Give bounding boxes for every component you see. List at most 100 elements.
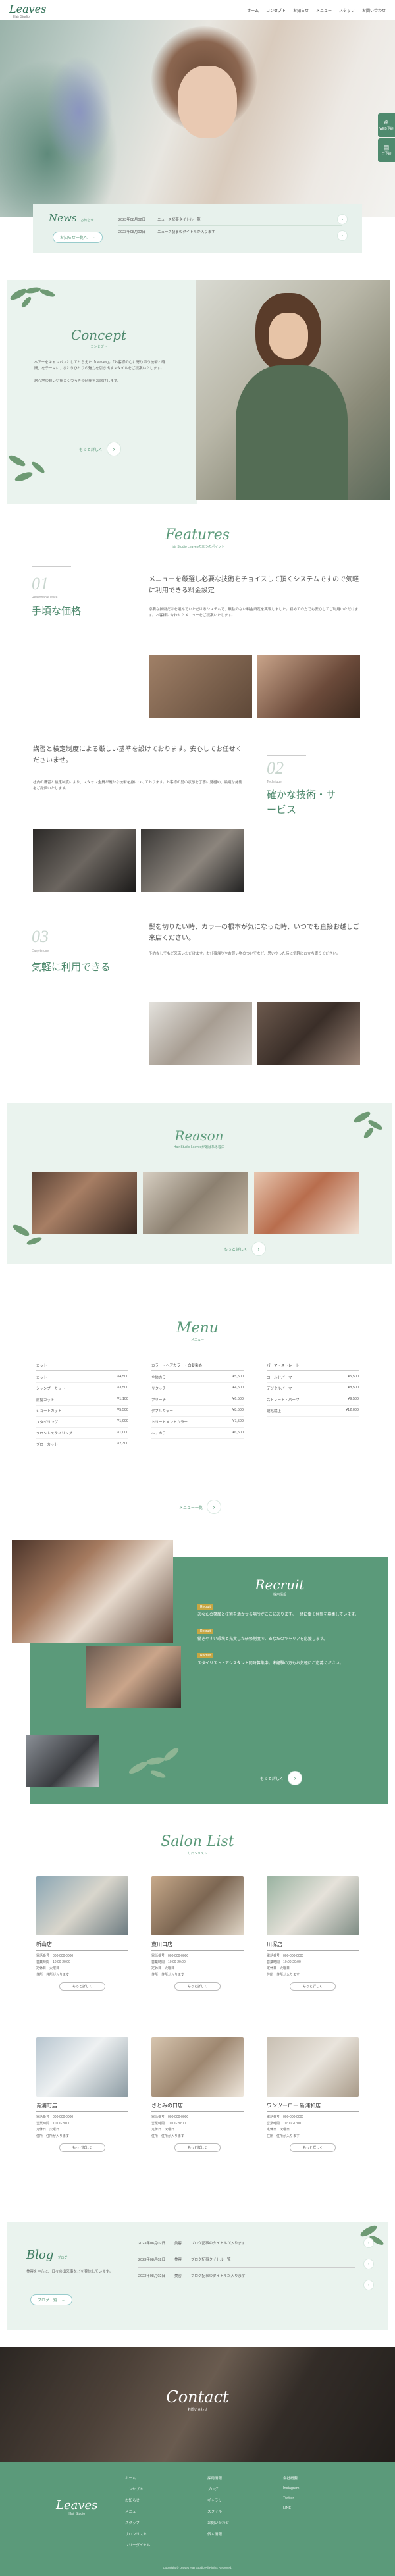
blog-title: Blog xyxy=(26,2248,54,2262)
feature-image xyxy=(33,829,136,892)
menu-row: コールドパーマ ¥5,500 xyxy=(267,1372,359,1383)
menu-row: カット ¥4,500 xyxy=(36,1372,128,1383)
feature-heading: 気軽に利用できる xyxy=(32,962,111,973)
salon-info: 電話番号 000-000-0000 営業時間 10:00-20:00 定休日 火曜日… xyxy=(151,2115,189,2138)
menu-column: カット カット ¥4,500 シャンプーカット ¥3,500 前髪カット ¥1,100… xyxy=(36,1363,128,1450)
copyright: Copyright © Leaves Hair Studio All Right… xyxy=(163,2566,232,2569)
side-reservation: ⊕ WEB予約 ▤ ご予約 xyxy=(378,113,395,162)
feature-item: 01 Reasonable Price 手頃な価格 メニューを厳選し必要な技術を… xyxy=(0,566,395,724)
footer-link[interactable]: 個人情報 xyxy=(207,2531,229,2537)
footer-link[interactable]: 採用情報 xyxy=(207,2475,229,2481)
menu-row: ストレート・パーマ ¥9,500 xyxy=(267,1394,359,1406)
news-item[interactable]: 2023年08月02日 ニュース記事のタイトルが入ります xyxy=(118,226,342,238)
reason-more-button[interactable]: もっと詳しく › xyxy=(217,1240,273,1258)
concept-more-button[interactable]: もっと詳しく › xyxy=(72,440,128,458)
leaf-decoration-icon xyxy=(360,2225,384,2245)
salon-more-button[interactable]: もっと詳しく xyxy=(59,1982,105,1991)
news-list-button[interactable]: お知らせ一覧へ → xyxy=(53,232,103,243)
feature-en-label: Easy to use xyxy=(32,949,49,953)
footer-link[interactable]: お問い合わせ xyxy=(207,2520,229,2525)
arrow-right-icon: › xyxy=(107,442,122,456)
feature-lead: メニューを厳選し必要な技術をチョイスして頂くシステムですので気軽に利用できる料金… xyxy=(149,576,359,594)
salon-more-button[interactable]: もっと詳しく xyxy=(290,2143,336,2152)
nav-concept[interactable]: コンセプト xyxy=(266,9,286,13)
recruit-blocks: Recruit あなたの笑顔と技術を活かせる場所がここにあります。一緒に働く仲間を… xyxy=(198,1604,359,1666)
salon-info: 電話番号 000-000-0000 営業時間 10:00-20:00 定休日 火曜日… xyxy=(151,1954,189,1977)
salon-name: 川塚店 xyxy=(267,1941,359,1951)
news-title: News xyxy=(49,212,77,224)
menu-row: ブローカット ¥2,300 xyxy=(36,1439,128,1450)
salon-card: 新山店電話番号 000-000-0000 営業時間 10:00-20:00 定休日 … xyxy=(36,1876,128,1991)
feature-item: 講習と検定制度による厳しい基準を設けております。安心してお任せくださいませ。 社… xyxy=(0,744,395,895)
menu-row: 縮毛矯正 ¥12,000 xyxy=(267,1406,359,1417)
nav-home[interactable]: ホーム xyxy=(247,9,259,13)
blog-list-button[interactable]: ブログ一覧 → xyxy=(30,2294,73,2305)
blog-item[interactable]: 2023年08月02日 美容 ブログ記事のタイトルが入ります xyxy=(138,2268,356,2284)
nav-menu[interactable]: メニュー xyxy=(316,9,332,13)
feature-image xyxy=(257,655,360,718)
feature-number: 03 xyxy=(32,927,49,946)
blog-list: 2023年08月02日 美容 ブログ記事のタイトルが入ります 2023年08月02日… xyxy=(138,2235,356,2284)
salon-card: さとみの口店 電話番号 000-000-0000 営業時間 10:00-20:00 定… xyxy=(151,2037,244,2152)
footer-link[interactable]: サロンリスト xyxy=(125,2531,150,2537)
recruit-more-button[interactable]: もっと詳しく › xyxy=(260,1771,303,1785)
footer-link[interactable]: コンセプト xyxy=(125,2486,150,2492)
footer-link[interactable]: ブログ xyxy=(207,2486,229,2492)
footer-link[interactable]: 会社概要 xyxy=(283,2475,299,2481)
menu-row: トリートメントカラー ¥7,500 xyxy=(151,1417,244,1428)
news-next-button[interactable]: › xyxy=(337,214,348,224)
blog-item[interactable]: 2023年08月02日 美容 ブログ記事のタイトルが入ります xyxy=(138,2235,356,2251)
logo[interactable]: Leaves Hair Studio xyxy=(9,3,46,19)
reserve-button[interactable]: ▤ ご予約 xyxy=(378,138,395,162)
reason-image xyxy=(254,1172,359,1234)
salon-more-button[interactable]: もっと詳しく xyxy=(174,2143,221,2152)
reason-section: Reason Hair Studio Leavesが選ばれる理由 もっと詳しく › xyxy=(7,1103,392,1264)
footer-link[interactable]: メニュー xyxy=(125,2509,150,2514)
footer-link[interactable]: フリーダイヤル xyxy=(125,2542,150,2548)
globe-icon: ⊕ xyxy=(384,119,389,126)
salon-more-button[interactable]: もっと詳しく xyxy=(174,1982,221,1991)
nav-contact[interactable]: お問い合わせ xyxy=(362,9,386,13)
footer-link[interactable]: LINE xyxy=(283,2506,299,2510)
blog-next-button-2[interactable]: › xyxy=(363,2259,374,2269)
reason-title: Reason xyxy=(174,1128,224,1143)
salon-name: 新山店 xyxy=(36,1941,128,1951)
footer-link[interactable]: お知らせ xyxy=(125,2498,150,2503)
nav-staff[interactable]: スタッフ xyxy=(339,9,355,13)
contact-subtitle: お問い合わせ xyxy=(187,2408,207,2412)
concept-subtitle: コンセプト xyxy=(90,345,107,349)
menu-row: ダブルカラー ¥8,500 xyxy=(151,1406,244,1417)
menu-column: パーマ・ストレート コールドパーマ ¥5,500 デジタルパーマ ¥8,500 スト… xyxy=(267,1363,359,1417)
concept-section: Concept コンセプト ヘアーをキャンバスとしてとらえた「Leaves」。「… xyxy=(0,280,395,507)
nav-news[interactable]: お知らせ xyxy=(293,9,309,13)
reason-image xyxy=(143,1172,248,1234)
web-reserve-button[interactable]: ⊕ WEB予約 xyxy=(378,113,395,137)
footer-link[interactable]: ギャラリー xyxy=(207,2498,229,2503)
footer-links-1: ホームコンセプトお知らせメニュースタッフサロンリスト フリーダイヤル xyxy=(125,2475,150,2554)
news-next-button-2[interactable]: › xyxy=(337,230,348,241)
footer-logo[interactable]: Leaves Hair Studio xyxy=(56,2498,97,2516)
blog-next-button[interactable]: › xyxy=(363,2238,374,2248)
news-item[interactable]: 2023年08月02日 ニュース記事タイトル一覧 xyxy=(118,213,342,226)
menu-row: シャンプーカット ¥3,500 xyxy=(36,1383,128,1394)
footer-link[interactable]: ホーム xyxy=(125,2475,150,2481)
salon-more-button[interactable]: もっと詳しく xyxy=(290,1982,336,1991)
blog-section: Blog ブログ 美容を中心に、日々の出来事などを発信しています。 ブログ一覧 →… xyxy=(7,2222,388,2330)
concept-title: Concept xyxy=(70,327,127,343)
footer-link[interactable]: スタッフ xyxy=(125,2520,150,2525)
salon-info: 電話番号 000-000-0000 営業時間 10:00-20:00 定休日 火曜日… xyxy=(36,1954,74,1977)
news-subtitle: お知らせ xyxy=(80,219,94,223)
salon-subtitle: サロンリスト xyxy=(187,1852,207,1856)
menu-row: スタイリング ¥1,000 xyxy=(36,1417,128,1428)
salon-more-button[interactable]: もっと詳しく xyxy=(59,2143,105,2152)
features-title: Features xyxy=(165,527,230,543)
footer-link[interactable]: スタイル xyxy=(207,2509,229,2514)
menu-more-button[interactable]: メニュー一覧 › xyxy=(172,1498,228,1516)
blog-next-button-3[interactable]: › xyxy=(363,2280,374,2290)
footer-link[interactable]: Twitter xyxy=(283,2496,299,2500)
contact-banner[interactable]: Contact お問い合わせ xyxy=(0,2347,395,2462)
footer-link[interactable]: Instagram xyxy=(283,2486,299,2490)
salon-name: 青浦町店 xyxy=(36,2102,128,2112)
blog-item[interactable]: 2023年08月02日 美容 ブログ記事タイトル一覧 xyxy=(138,2251,356,2268)
header: Leaves Hair Studio ホーム コンセプト お知らせ メニュー スタッフ お… xyxy=(0,0,395,20)
